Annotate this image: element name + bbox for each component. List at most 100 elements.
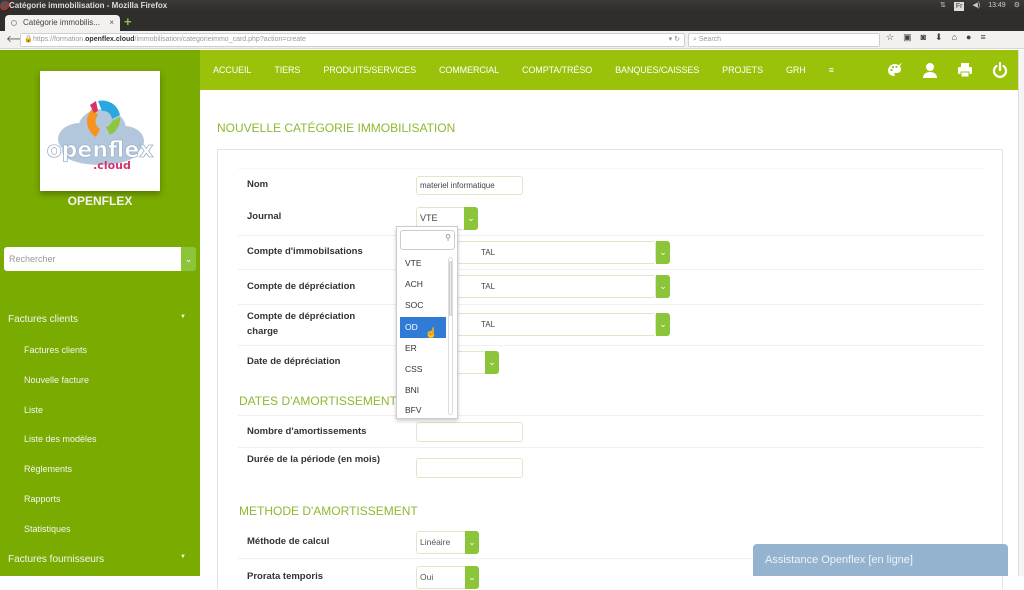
sidebar-section-factures-clients[interactable]: Factures clients ▼ [8,314,188,325]
sidebar-item-nouvelle-facture[interactable]: Nouvelle facture [24,375,89,385]
clipboard-icon[interactable]: ▣ [903,32,912,43]
browser-search-input[interactable]: ⌕ Search [688,33,880,47]
dropdown-option[interactable]: VTE [400,253,446,274]
nom-label: Nom [247,179,269,190]
sidebar-item-factures-clients[interactable]: Factures clients [24,345,87,355]
svg-text:.cloud: .cloud [93,159,131,172]
form-row-nombre-amortissements: Nombre d'amortissements [238,415,983,447]
dropdown-option[interactable]: BFV [400,400,446,421]
sidebar-section-factures-fournisseurs[interactable]: Factures fournisseurs ▼ [8,554,188,565]
palette-icon[interactable] [887,62,903,78]
compte-immobilisations-label: Compte d'immobilsations [247,246,363,257]
pocket-icon[interactable]: ◙ [921,32,926,43]
section-title-methode: METHODE D'AMORTISSEMENT [239,504,418,518]
chevron-down-icon[interactable]: ⌄ [656,241,670,264]
search-placeholder: Search [698,36,722,43]
system-tray: ⇅ Fr ◀) 13:49 ⚙ [940,0,1020,12]
compte-depreciation-label: Compte de dépréciation [247,281,356,292]
page: openflex .cloud OPENFLEX Rechercher ⌄ Fa… [0,50,1024,589]
menu-icon[interactable]: ≡ [980,32,985,43]
network-icon[interactable]: ⇅ [940,0,946,12]
user-icon[interactable] [922,62,938,78]
keyboard-layout[interactable]: Fr [953,1,965,11]
prorata-select[interactable]: Oui [416,566,466,589]
sidebar-section-label: Factures fournisseurs [8,554,105,565]
chevron-down-icon[interactable]: ⌄ [485,351,499,374]
browser-tab[interactable]: Catégorie immobilis... × [5,15,120,31]
logo[interactable]: openflex .cloud [40,71,160,191]
sidebar-item-liste-modeles[interactable]: Liste des modèles [24,434,97,444]
hamburger-menu-icon[interactable]: ≡ [829,65,834,75]
home-icon[interactable]: ⌂ [952,32,957,43]
sidebar-section-label: Factures clients [8,314,79,325]
methode-calcul-select[interactable]: Linéaire [416,531,466,554]
form-row-compte-depreciation-charge: Compte de dépréciation charge TAL ⌄ [238,304,983,345]
scrollbar-thumb[interactable] [449,261,452,316]
form-row-journal: Journal VTE ⌄ [238,202,983,235]
sidebar-item-statistiques[interactable]: Statistiques [24,524,71,534]
chevron-down-icon[interactable]: ⌄ [656,275,670,298]
chevron-down-icon[interactable]: ⌄ [181,247,196,271]
prorata-label: Prorata temporis [247,571,324,582]
main-content: NOUVELLE CATÉGORIE IMMOBILISATION Nom ma… [200,90,1018,589]
menu-produits-services[interactable]: PRODUITS/SERVICES [323,65,416,75]
star-icon[interactable]: ☆ [886,32,894,43]
favicon-icon [11,20,17,26]
form-row-date-depreciation: Date de dépréciation ⌄ [238,345,983,378]
menu-compta-treso[interactable]: COMPTA/TRÉSO [522,65,592,75]
window-title: Catégorie immobilisation - Mozilla Firef… [9,1,168,10]
sidebar-item-rapports[interactable]: Rapports [24,494,61,504]
page-scrollbar[interactable] [1018,50,1024,576]
search-icon: ⚲ [445,233,451,242]
menu-banques-caisses[interactable]: BANQUES/CAISSES [615,65,699,75]
chevron-down-icon[interactable]: ⌄ [656,313,670,336]
os-title-bar: Catégorie immobilisation - Mozilla Firef… [0,0,1024,12]
new-tab-button[interactable]: + [124,15,132,28]
close-tab-icon[interactable]: × [109,15,114,31]
form-row-duree-periode: Durée de la période (en mois) [238,447,983,489]
volume-icon[interactable]: ◀) [972,0,980,12]
menu-tiers[interactable]: TIERS [274,65,300,75]
openflex-logo-icon: openflex .cloud [46,100,154,172]
form-row-compte-immobilisations: Compte d'immobilsations TAL ⌄ [238,235,983,269]
dropdown-option[interactable]: ACH [400,274,446,295]
browser-toolbar-icons: ☆ ▣ ◙ ⬇ ⌂ ● ≡ [886,32,986,43]
duree-periode-input[interactable] [416,458,523,478]
dropdown-option[interactable]: CSS [400,359,446,380]
nombre-amortissements-input[interactable] [416,422,523,442]
dropdown-option[interactable]: ER [400,338,446,359]
clock[interactable]: 13:49 [988,0,1006,12]
chevron-down-icon[interactable]: ⌄ [465,531,479,554]
page-title: NOUVELLE CATÉGORIE IMMOBILISATION [217,121,456,135]
brand-name: OPENFLEX [67,194,133,208]
print-icon[interactable] [957,62,973,78]
url-prefix: https://formation. [33,36,86,43]
menu-grh[interactable]: GRH [786,65,806,75]
settings-gear-icon[interactable]: ⚙ [1014,0,1020,12]
tab-title: Catégorie immobilis... [23,18,100,27]
dropdown-scrollbar[interactable] [448,257,453,415]
caret-down-icon: ▼ [180,314,186,320]
menu-accueil[interactable]: ACCUEIL [213,65,251,75]
dropdown-search-input[interactable]: ⚲ [400,230,455,250]
chat-icon[interactable]: ● [966,32,971,43]
dropdown-option[interactable]: BNI [400,380,446,401]
menu-projets[interactable]: PROJETS [722,65,763,75]
dropdown-option[interactable]: SOC [400,295,446,316]
menu-commercial[interactable]: COMMERCIAL [439,65,499,75]
reload-icon[interactable]: ▾ ↻ [669,34,680,46]
journal-dropdown: ⚲ VTE ACH SOC OD ER CSS BNI BFV ☝ [396,226,458,419]
url-bar[interactable]: 🔒 https://formation.openflex.cloud/immob… [20,33,685,47]
download-icon[interactable]: ⬇ [935,32,943,43]
form-row-compte-depreciation: Compte de dépréciation TAL ⌄ [238,269,983,304]
sidebar-item-reglements[interactable]: Règlements [24,464,72,474]
chat-widget[interactable]: Assistance Openflex [en ligne] [753,544,1008,576]
nom-input[interactable]: materiel informatique [416,176,523,195]
chevron-down-icon[interactable]: ⌄ [464,207,478,230]
sidebar-item-liste[interactable]: Liste [24,405,43,415]
sidebar-search-input[interactable]: Rechercher [4,247,184,271]
nombre-amortissements-label: Nombre d'amortissements [247,426,367,437]
power-icon[interactable] [992,62,1008,78]
chevron-down-icon[interactable]: ⌄ [465,566,479,589]
dropdown-option-highlighted[interactable]: OD [400,317,446,338]
